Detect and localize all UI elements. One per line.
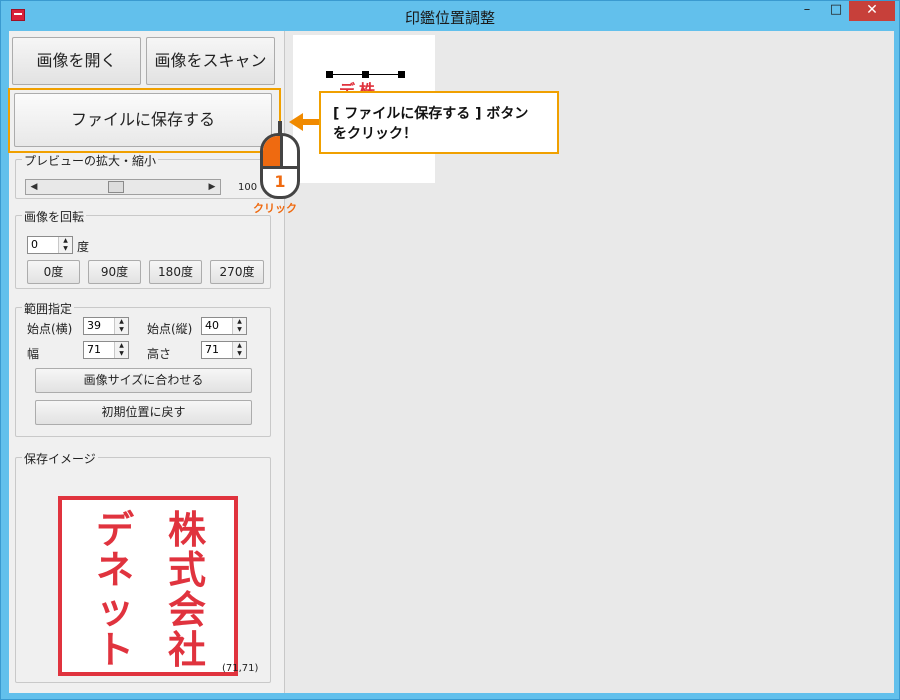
spin-up-icon[interactable]: ▲: [233, 342, 246, 350]
scroll-right-icon[interactable]: ▶: [204, 180, 220, 194]
mouse-left-button: [263, 136, 280, 166]
save-image-group: 保存イメージ デ ネ ッ ト 株 式 会 社 (71,71): [15, 450, 271, 683]
rotate-0-button[interactable]: 0度: [27, 260, 80, 284]
stamp-char: 社: [167, 628, 206, 672]
spin-up-icon[interactable]: ▲: [115, 318, 128, 326]
scroll-left-icon[interactable]: ◀: [26, 180, 42, 194]
spin-up-icon[interactable]: ▲: [233, 318, 246, 326]
save-image-size: (71,71): [222, 663, 259, 674]
rotate-group: 画像を回転 0 ▲ ▼ 度 0度 90度 180度 270度: [15, 208, 271, 289]
height-stepper[interactable]: 71 ▲ ▼: [201, 341, 247, 359]
spin-down-icon[interactable]: ▼: [115, 350, 128, 358]
rotate-180-button[interactable]: 180度: [149, 260, 202, 284]
spin-down-icon[interactable]: ▼: [233, 350, 246, 358]
start-y-value: 40: [205, 319, 219, 332]
spin-up-icon[interactable]: ▲: [115, 342, 128, 350]
fit-image-size-button[interactable]: 画像サイズに合わせる: [35, 368, 252, 393]
zoom-group-title: プレビューの拡大・縮小: [22, 152, 159, 169]
stamp-char: ト: [95, 628, 134, 672]
start-x-stepper[interactable]: 39 ▲ ▼: [83, 317, 129, 335]
width-stepper[interactable]: 71 ▲ ▼: [83, 341, 129, 359]
stamp-char: デ: [95, 508, 134, 552]
stamp-right-column: 株 式 会 社: [152, 510, 222, 670]
app-window: 印鑑位置調整 – □ ✕ 画像を開く 画像をスキャン ファイルに保存する プレビ…: [0, 0, 900, 700]
callout-line-2: をクリック！: [333, 126, 417, 142]
zoom-slider-thumb[interactable]: [108, 181, 124, 193]
stamp-preview: デ ネ ッ ト 株 式 会 社: [58, 496, 238, 676]
scan-image-button[interactable]: 画像をスキャン: [146, 37, 275, 85]
stamp-char: 式: [167, 548, 206, 592]
window-title: 印鑑位置調整: [404, 9, 495, 27]
selection-handle[interactable]: [326, 71, 333, 78]
range-group-title: 範囲指定: [22, 300, 75, 317]
rotate-270-button[interactable]: 270度: [210, 260, 264, 284]
rotate-angle-value: 0: [31, 238, 38, 251]
mouse-divider: [280, 136, 283, 166]
open-image-button[interactable]: 画像を開く: [12, 37, 141, 85]
range-group: 範囲指定 始点(横) 39 ▲ ▼ 始点(縦) 40 ▲ ▼ 幅 71 ▲ ▼ 高さ …: [15, 300, 271, 437]
rotate-group-title: 画像を回転: [22, 208, 87, 225]
spin-down-icon[interactable]: ▼: [115, 326, 128, 334]
height-label: 高さ: [147, 347, 172, 361]
spin-down-icon[interactable]: ▼: [59, 245, 72, 253]
title-bar: 印鑑位置調整 – □ ✕: [1, 1, 899, 31]
save-image-group-title: 保存イメージ: [22, 450, 98, 467]
height-value: 71: [205, 343, 219, 356]
start-x-value: 39: [87, 319, 101, 332]
instruction-callout: [ ファイルに保存する ] ボタン をクリック！: [319, 91, 559, 154]
start-x-label: 始点(横): [27, 322, 73, 336]
stamp-left-column: デ ネ ッ ト: [80, 510, 150, 670]
step-number: 1: [274, 172, 286, 191]
mouse-click-icon: 1: [260, 133, 300, 199]
minimize-button[interactable]: –: [793, 1, 821, 21]
zoom-slider[interactable]: ◀ ▶: [25, 179, 221, 195]
width-label: 幅: [27, 347, 40, 361]
maximize-button[interactable]: □: [823, 1, 849, 21]
reset-position-button[interactable]: 初期位置に戻す: [35, 400, 252, 425]
stamp-char: ッ: [95, 588, 134, 632]
pointer-arrow-stem: [301, 119, 319, 125]
spin-up-icon[interactable]: ▲: [59, 237, 72, 245]
save-button-highlight: [8, 88, 281, 153]
selection-handle[interactable]: [398, 71, 405, 78]
spin-down-icon[interactable]: ▼: [233, 326, 246, 334]
zoom-group: プレビューの拡大・縮小 ◀ ▶ 100: [15, 152, 271, 199]
callout-line-1: [ ファイルに保存する ] ボタン: [333, 106, 529, 122]
width-value: 71: [87, 343, 101, 356]
stamp-char: 会: [167, 588, 206, 632]
rotate-angle-stepper[interactable]: 0 ▲ ▼: [27, 236, 73, 254]
rotate-90-button[interactable]: 90度: [88, 260, 141, 284]
stamp-char: 株: [167, 508, 206, 552]
zoom-value: 100: [238, 182, 258, 193]
close-button[interactable]: ✕: [849, 1, 895, 21]
start-y-stepper[interactable]: 40 ▲ ▼: [201, 317, 247, 335]
click-label: クリック: [253, 202, 297, 215]
rotate-angle-unit: 度: [77, 240, 90, 254]
mouse-divider: [263, 166, 297, 169]
start-y-label: 始点(縦): [147, 322, 193, 336]
stamp-char: ネ: [95, 548, 134, 592]
